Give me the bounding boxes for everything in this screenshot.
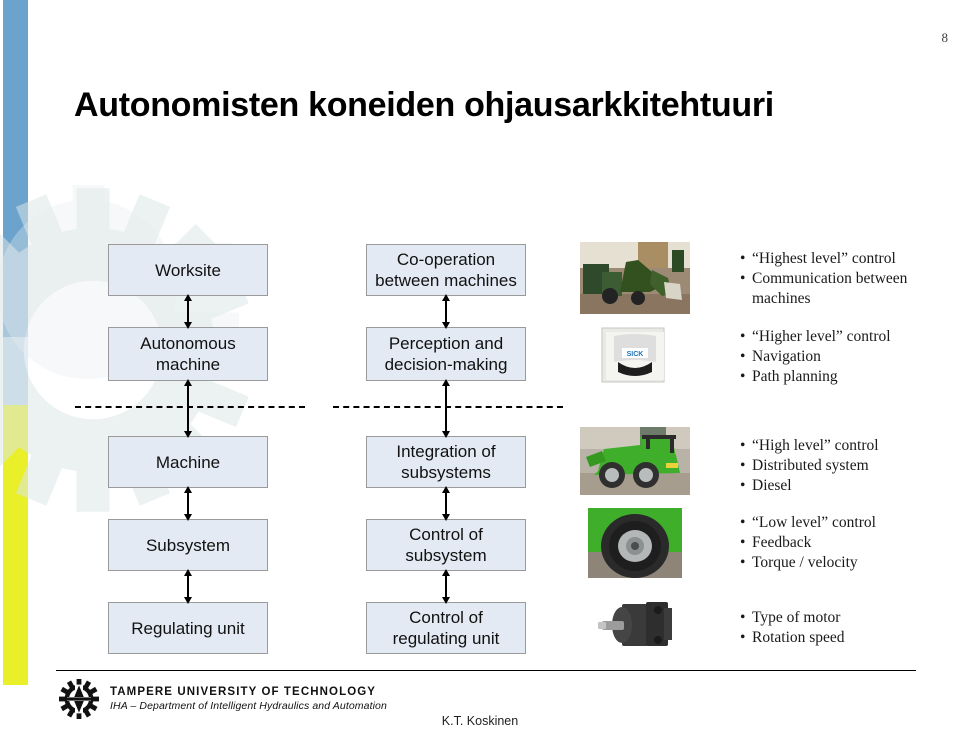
arrow-double-control-subsystem-control-regulating [442, 569, 450, 604]
level-box-autonomous-machine[interactable]: Autonomous machine [108, 327, 268, 381]
bullets-autonomous-machine: “Higher level” control Navigation Path p… [740, 327, 891, 387]
function-box-integration[interactable]: Integration of subsystems [366, 436, 526, 488]
level-box-machine[interactable]: Machine [108, 436, 268, 488]
level-box-worksite[interactable]: Worksite [108, 244, 268, 296]
bullets-subsystem: “Low level” control Feedback Torque / ve… [740, 513, 876, 573]
level-box-machine-label: Machine [155, 452, 221, 472]
edge-stripe-yellow [3, 405, 28, 685]
page-title: Autonomisten koneiden ohjausarkkitehtuur… [74, 86, 774, 124]
divider-dashed-left [75, 406, 305, 408]
function-box-control-subsystem[interactable]: Control of subsystem [366, 519, 526, 571]
gear-logo-icon [59, 679, 99, 719]
green-loader-photo [580, 427, 690, 495]
arrow-double-subsystem-regulating-unit [184, 569, 192, 604]
level-box-regulating-unit[interactable]: Regulating unit [108, 602, 268, 654]
laser-scanner-photo: SICK [592, 322, 678, 388]
bullet-item: “Higher level” control [740, 327, 891, 347]
bullet-item: “Highest level” control [740, 249, 907, 269]
function-box-perception-label: Perception and decision-making [384, 334, 508, 374]
bullet-item: “Low level” control [740, 513, 876, 533]
bullet-item: Type of motor [740, 608, 845, 628]
bullet-item: Distributed system [740, 456, 879, 476]
level-box-regulating-unit-label: Regulating unit [131, 618, 245, 638]
arrow-double-autonomous-machine [184, 379, 192, 438]
bullet-item: Path planning [740, 367, 891, 387]
bullet-item: Diesel [740, 476, 879, 496]
tut-logo: TAMPERE UNIVERSITY OF TECHNOLOGY IHA – D… [58, 679, 387, 719]
bullet-item: Communication between [740, 269, 907, 289]
logo-department: IHA – Department of Intelligent Hydrauli… [110, 699, 387, 712]
level-box-subsystem-label: Subsystem [145, 535, 231, 555]
bullets-worksite: “Highest level” control Communication be… [740, 249, 907, 309]
logo-organisation: TAMPERE UNIVERSITY OF TECHNOLOGY [110, 686, 377, 699]
bullet-item: Rotation speed [740, 628, 845, 648]
wheel-photo [588, 508, 682, 578]
arrow-double-worksite-autonomous [184, 294, 192, 329]
bullet-item-continuation: machines [752, 290, 811, 307]
edge-stripe-blue [3, 0, 28, 337]
bullets-regulating-unit: Type of motor Rotation speed [740, 608, 845, 648]
arrow-double-perception-integration [442, 379, 450, 438]
level-box-worksite-label: Worksite [155, 260, 221, 280]
arrow-double-machine-subsystem [184, 486, 192, 521]
arrow-double-cooperation-perception [442, 294, 450, 329]
author-name: K.T. Koskinen [441, 714, 519, 728]
bullet-item: Feedback [740, 533, 876, 553]
edge-stripe-light-blue [3, 337, 28, 405]
bullet-item: Navigation [740, 347, 891, 367]
bullets-machine: “High level” control Distributed system … [740, 436, 879, 496]
excavator-photo [580, 242, 690, 314]
page-number: 8 [941, 30, 949, 45]
bullet-item: Torque / velocity [740, 553, 876, 573]
function-box-cooperation-label: Co-operation between machines [375, 250, 517, 290]
presentation-slide: 8 Autonomisten koneiden ohjausarkkitehtu… [0, 0, 960, 746]
level-box-autonomous-machine-label: Autonomous machine [140, 334, 236, 374]
function-box-control-regulating-unit[interactable]: Control of regulating unit [366, 602, 526, 654]
svg-text:SICK: SICK [627, 351, 644, 358]
function-box-perception[interactable]: Perception and decision-making [366, 327, 526, 381]
hydraulic-motor-photo [588, 596, 684, 654]
level-box-subsystem[interactable]: Subsystem [108, 519, 268, 571]
function-box-integration-label: Integration of subsystems [396, 442, 496, 482]
function-box-control-regulating-unit-label: Control of regulating unit [392, 608, 500, 648]
arrow-double-integration-control-subsystem [442, 486, 450, 521]
bullet-item: “High level” control [740, 436, 879, 456]
divider-dashed-right [333, 406, 563, 408]
function-box-cooperation[interactable]: Co-operation between machines [366, 244, 526, 296]
function-box-control-subsystem-label: Control of subsystem [405, 525, 487, 565]
footer-divider [56, 670, 916, 671]
